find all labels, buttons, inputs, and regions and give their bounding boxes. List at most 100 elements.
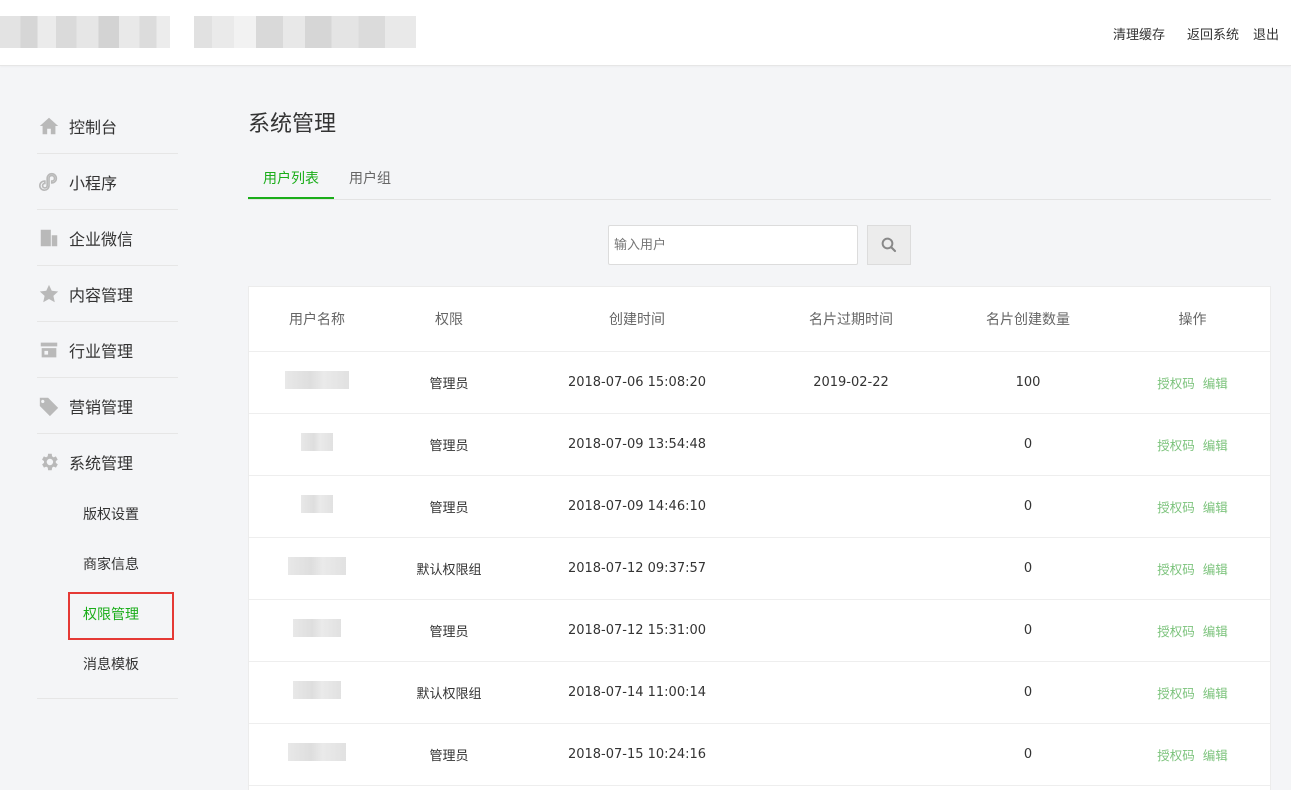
expires-cell — [761, 661, 941, 724]
username-blurred — [293, 619, 341, 637]
count-cell: 0 — [941, 537, 1115, 600]
miniprogram-icon — [37, 170, 61, 194]
tag-icon — [37, 394, 61, 418]
permission-cell: 管理员 — [385, 723, 513, 786]
count-cell: 0 — [941, 723, 1115, 786]
table-row: 默认权限组 2018-07-12 09:37:57 0 授权码 编辑 — [249, 537, 1270, 600]
table-row: 管理员 2018-07-09 13:54:48 0 授权码 编辑 — [249, 413, 1270, 476]
user-table: 用户名称 权限 创建时间 名片过期时间 名片创建数量 操作 管理员 2018-07… — [249, 287, 1270, 786]
page-title: 系统管理 — [248, 112, 337, 137]
operations-cell: 授权码 编辑 — [1115, 723, 1270, 786]
table-header-row: 用户名称 权限 创建时间 名片过期时间 名片创建数量 操作 — [249, 287, 1270, 352]
home-icon — [37, 114, 61, 138]
sidebar-item-wecom[interactable]: 企业微信 — [37, 210, 178, 266]
edit-link[interactable]: 编辑 — [1203, 376, 1228, 391]
table-row: 管理员 2018-07-15 10:24:16 0 授权码 编辑 — [249, 723, 1270, 786]
username-cell — [249, 537, 385, 600]
auth-code-link[interactable]: 授权码 — [1157, 500, 1195, 515]
submenu-copyright[interactable]: 版权设置 — [83, 490, 178, 540]
username-blurred — [301, 433, 333, 451]
edit-link[interactable]: 编辑 — [1203, 438, 1228, 453]
expires-cell — [761, 475, 941, 538]
submenu-message-template[interactable]: 消息模板 — [83, 640, 178, 690]
sidebar-item-label: 内容管理 — [69, 285, 134, 305]
permission-cell: 默认权限组 — [385, 661, 513, 724]
count-cell: 0 — [941, 661, 1115, 724]
operations-cell: 授权码 编辑 — [1115, 599, 1270, 662]
auth-code-link[interactable]: 授权码 — [1157, 438, 1195, 453]
user-table-card: 用户名称 权限 创建时间 名片过期时间 名片创建数量 操作 管理员 2018-07… — [248, 286, 1271, 790]
username-blurred — [288, 557, 346, 575]
expires-cell — [761, 599, 941, 662]
search-icon — [881, 237, 897, 253]
edit-link[interactable]: 编辑 — [1203, 624, 1228, 639]
back-to-system-link[interactable]: 返回系统 — [1187, 24, 1239, 43]
sidebar-item-label: 小程序 — [69, 173, 118, 193]
auth-code-link[interactable]: 授权码 — [1157, 376, 1195, 391]
search-input[interactable] — [608, 225, 858, 265]
edit-link[interactable]: 编辑 — [1203, 748, 1228, 763]
created-cell: 2018-07-12 09:37:57 — [513, 537, 761, 600]
tab-user-group[interactable]: 用户组 — [334, 162, 406, 199]
created-cell: 2018-07-09 14:46:10 — [513, 475, 761, 538]
logout-link[interactable]: 退出 — [1253, 24, 1279, 43]
header-links: 清理缓存 返回系统 退出 — [1113, 24, 1279, 43]
username-cell — [249, 475, 385, 538]
gear-icon — [37, 450, 61, 474]
sidebar-item-miniprogram[interactable]: 小程序 — [37, 154, 178, 210]
expires-cell — [761, 413, 941, 476]
sidebar-item-label: 系统管理 — [69, 454, 134, 473]
permission-cell: 默认权限组 — [385, 537, 513, 600]
username-cell — [249, 351, 385, 414]
auth-code-link[interactable]: 授权码 — [1157, 624, 1195, 639]
edit-link[interactable]: 编辑 — [1203, 562, 1228, 577]
edit-link[interactable]: 编辑 — [1203, 686, 1228, 701]
sidebar-item-label: 行业管理 — [69, 341, 134, 361]
expires-cell: 2019-02-22 — [761, 351, 941, 414]
edit-link[interactable]: 编辑 — [1203, 500, 1228, 515]
count-cell: 0 — [941, 413, 1115, 476]
sidebar-item-dashboard[interactable]: 控制台 — [37, 98, 178, 154]
sidebar-item-system[interactable]: 系统管理 — [37, 434, 178, 490]
permission-cell: 管理员 — [385, 599, 513, 662]
operations-cell: 授权码 编辑 — [1115, 537, 1270, 600]
tab-user-list[interactable]: 用户列表 — [248, 162, 334, 199]
table-row: 默认权限组 2018-07-14 11:00:14 0 授权码 编辑 — [249, 661, 1270, 724]
operations-cell: 授权码 编辑 — [1115, 661, 1270, 724]
table-row: 管理员 2018-07-06 15:08:20 2019-02-22 100 授权码 编辑 — [249, 351, 1270, 414]
header-username: 用户名称 — [249, 287, 385, 352]
search-button[interactable] — [867, 225, 911, 265]
submenu-merchant-info[interactable]: 商家信息 — [83, 540, 178, 590]
expires-cell — [761, 723, 941, 786]
table-row: 管理员 2018-07-09 14:46:10 0 授权码 编辑 — [249, 475, 1270, 538]
username-blurred — [301, 495, 333, 513]
username-cell — [249, 723, 385, 786]
created-cell: 2018-07-15 10:24:16 — [513, 723, 761, 786]
clear-cache-link[interactable]: 清理缓存 — [1113, 24, 1165, 43]
permission-cell: 管理员 — [385, 413, 513, 476]
sidebar-item-content[interactable]: 内容管理 — [37, 266, 178, 322]
sidebar: 控制台 小程序 企业微信 内容管理 行业管理 营销管理 系统管理 版权设置 商家… — [37, 98, 178, 699]
operations-cell: 授权码 编辑 — [1115, 413, 1270, 476]
top-header: 清理缓存 返回系统 退出 — [0, 0, 1291, 66]
operations-cell: 授权码 编辑 — [1115, 351, 1270, 414]
permission-cell: 管理员 — [385, 475, 513, 538]
expires-cell — [761, 537, 941, 600]
site-name-blurred — [194, 16, 416, 48]
username-blurred — [285, 371, 349, 389]
store-icon — [37, 338, 61, 362]
username-cell — [249, 599, 385, 662]
sidebar-item-label: 控制台 — [69, 117, 118, 137]
table-row: 管理员 2018-07-12 15:31:00 0 授权码 编辑 — [249, 599, 1270, 662]
created-cell: 2018-07-09 13:54:48 — [513, 413, 761, 476]
sidebar-item-marketing[interactable]: 营销管理 — [37, 378, 178, 434]
auth-code-link[interactable]: 授权码 — [1157, 748, 1195, 763]
header-permission: 权限 — [385, 287, 513, 352]
auth-code-link[interactable]: 授权码 — [1157, 562, 1195, 577]
sidebar-item-industry[interactable]: 行业管理 — [37, 322, 178, 378]
submenu-permissions[interactable]: 权限管理 — [68, 590, 178, 640]
building-icon — [37, 226, 61, 250]
auth-code-link[interactable]: 授权码 — [1157, 686, 1195, 701]
system-submenu: 版权设置 商家信息 权限管理 消息模板 — [37, 490, 178, 699]
count-cell: 100 — [941, 351, 1115, 414]
